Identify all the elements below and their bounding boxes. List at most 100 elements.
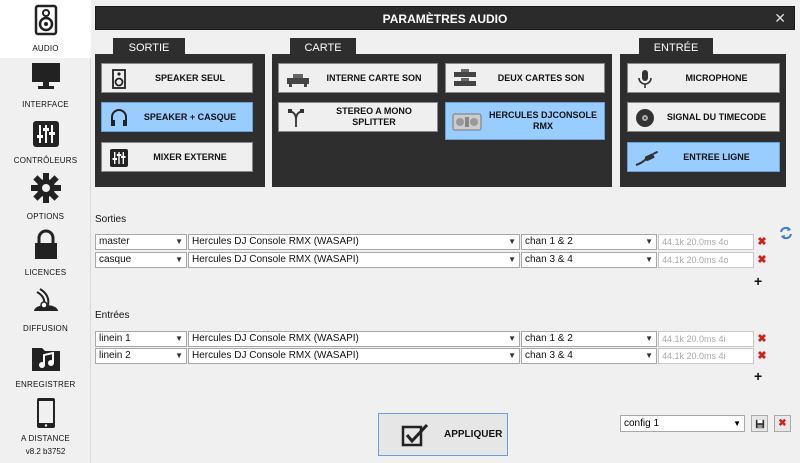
select-value: config 1 — [624, 418, 660, 429]
rca-cable-icon — [635, 150, 659, 166]
add-output-button[interactable]: + — [754, 273, 762, 289]
sidebar-item-label: A DISTANCE — [21, 434, 70, 443]
sidebar-item-options[interactable]: OPTIONS — [0, 168, 91, 224]
vinyl-icon — [636, 109, 654, 127]
option-label: MIXER EXTERNE — [153, 151, 227, 162]
dj-controller-icon — [452, 113, 482, 131]
table-row: linein 1 ▼ Hercules DJ Console RMX (WASAP… — [95, 331, 775, 347]
broadcast-icon — [34, 288, 58, 311]
input-device-select[interactable]: Hercules DJ Console RMX (WASAPI) ▼ — [188, 348, 520, 364]
option-speaker-casque[interactable]: SPEAKER + CASQUE — [101, 102, 253, 132]
two-soundcards-icon — [454, 69, 476, 86]
microphone-icon — [638, 70, 652, 88]
input-channel-select[interactable]: chan 1 & 2 ▼ — [521, 331, 657, 347]
table-row: casque ▼ Hercules DJ Console RMX (WASAPI)… — [95, 252, 775, 268]
option-entree-ligne[interactable]: ENTREE LIGNE — [627, 142, 780, 172]
output-channel-select[interactable]: chan 1 & 2 ▼ — [521, 234, 657, 250]
sidebar-item-audio[interactable]: AUDIO — [0, 0, 91, 58]
option-label: DEUX CARTES SON — [497, 72, 585, 83]
output-device-select[interactable]: Hercules DJ Console RMX (WASAPI) ▼ — [188, 234, 520, 250]
input-name-select[interactable]: linein 2 ▼ — [95, 348, 187, 364]
delete-row-icon[interactable]: ✖ — [756, 235, 768, 249]
chevron-down-icon: ▼ — [733, 419, 741, 428]
option-label: HERCULES DJCONSOLE RMX — [488, 110, 597, 131]
sidebar-item-label: LICENCES — [24, 268, 67, 277]
delete-row-icon[interactable]: ✖ — [756, 332, 768, 346]
sidebar-item-licences[interactable]: LICENCES — [0, 224, 91, 280]
output-channel-select[interactable]: chan 3 & 4 ▼ — [521, 252, 657, 268]
sidebar-item-label: CONTRÔLEURS — [13, 156, 78, 165]
speaker-icon — [34, 4, 58, 36]
select-value: chan 1 & 2 — [525, 236, 573, 247]
config-select[interactable]: config 1 ▼ — [620, 415, 745, 432]
output-name-select[interactable]: master ▼ — [95, 234, 187, 250]
gear-icon — [31, 173, 61, 203]
input-info: 44.1k 20.0ms 4i — [658, 348, 754, 364]
sidebar-item-label: DIFFUSION — [23, 324, 68, 333]
apply-button[interactable]: APPLIQUER — [378, 413, 508, 456]
tablet-icon — [37, 398, 55, 428]
save-icon — [755, 419, 764, 429]
checkbox-check-icon — [401, 423, 429, 447]
chevron-down-icon: ▼ — [175, 255, 183, 264]
output-device-select[interactable]: Hercules DJ Console RMX (WASAPI) ▼ — [188, 252, 520, 268]
soundcard-icon — [287, 74, 309, 87]
option-label: SPEAKER + CASQUE — [143, 111, 237, 122]
sidebar-item-label: ENREGISTRER — [15, 380, 76, 389]
option-hercules-djconsole-rmx[interactable]: HERCULES DJCONSOLE RMX — [445, 102, 605, 140]
add-input-button[interactable]: + — [754, 368, 762, 384]
sidebar-item-a-distance[interactable]: A DISTANCE — [0, 392, 91, 444]
option-label: SPEAKER SEUL — [154, 72, 225, 83]
select-value: chan 3 & 4 — [525, 254, 573, 265]
sortie-panel: SPEAKER SEUL SPEAKER + CASQUE MIXER EXTE… — [95, 54, 265, 187]
sidebar-item-enregistrer[interactable]: ENREGISTRER — [0, 336, 91, 392]
select-value: casque — [99, 254, 132, 265]
output-name-select[interactable]: casque ▼ — [95, 252, 187, 268]
input-info: 44.1k 20.0ms 4i — [658, 331, 754, 347]
input-name-select[interactable]: linein 1 ▼ — [95, 331, 187, 347]
delete-row-icon[interactable]: ✖ — [756, 253, 768, 267]
delete-row-icon[interactable]: ✖ — [756, 349, 768, 363]
table-row: master ▼ Hercules DJ Console RMX (WASAPI)… — [95, 234, 775, 250]
sidebar-item-controleurs[interactable]: CONTRÔLEURS — [0, 113, 91, 168]
option-interne-carte-son[interactable]: INTERNE CARTE SON — [278, 63, 438, 93]
splitter-cable-icon — [288, 109, 304, 127]
chevron-down-icon: ▼ — [645, 351, 653, 360]
option-label: INTERNE CARTE SON — [326, 72, 422, 83]
title-bar: PARAMÈTRES AUDIO ✕ — [95, 6, 795, 30]
input-channel-select[interactable]: chan 3 & 4 ▼ — [521, 348, 657, 364]
monitor-icon — [32, 63, 60, 89]
option-label: MICROPHONE — [685, 72, 748, 83]
sliders-icon — [33, 121, 59, 147]
sidebar-item-diffusion[interactable]: DIFFUSION — [0, 280, 91, 336]
chevron-down-icon: ▼ — [645, 334, 653, 343]
option-stereo-mono-splitter[interactable]: STEREO A MONO SPLITTER — [278, 102, 438, 132]
sidebar-item-interface[interactable]: INTERFACE — [0, 58, 91, 113]
headphones-icon — [111, 109, 127, 126]
option-label: SIGNAL DU TIMECODE — [666, 111, 767, 122]
select-value: linein 2 — [99, 350, 131, 361]
speaker-icon — [112, 69, 126, 89]
sidebar-item-label: INTERFACE — [22, 100, 69, 109]
option-mixer-externe[interactable]: MIXER EXTERNE — [101, 142, 253, 172]
option-microphone[interactable]: MICROPHONE — [627, 63, 780, 93]
delete-config-button[interactable]: ✖ — [774, 415, 791, 432]
close-button[interactable]: ✕ — [774, 10, 786, 27]
save-config-button[interactable] — [751, 415, 768, 432]
input-device-select[interactable]: Hercules DJ Console RMX (WASAPI) ▼ — [188, 331, 520, 347]
option-label: STEREO A MONO SPLITTER — [336, 106, 412, 127]
chevron-down-icon: ▼ — [645, 255, 653, 264]
sorties-label: Sorties — [95, 214, 127, 225]
refresh-icon[interactable] — [779, 226, 793, 240]
option-label: ENTREE LIGNE — [683, 151, 750, 162]
sidebar: AUDIO INTERFACE CONTRÔLEURS OPTIONS LICE… — [0, 0, 91, 463]
select-value: chan 1 & 2 — [525, 333, 573, 344]
output-info: 44.1k 20.0ms 4o — [658, 234, 754, 250]
chevron-down-icon: ▼ — [175, 237, 183, 246]
option-signal-timecode[interactable]: SIGNAL DU TIMECODE — [627, 102, 780, 132]
sidebar-item-label: OPTIONS — [26, 212, 65, 221]
select-value: Hercules DJ Console RMX (WASAPI) — [192, 333, 359, 344]
option-deux-cartes-son[interactable]: DEUX CARTES SON — [445, 63, 605, 93]
chevron-down-icon: ▼ — [508, 334, 516, 343]
option-speaker-seul[interactable]: SPEAKER SEUL — [101, 63, 253, 93]
